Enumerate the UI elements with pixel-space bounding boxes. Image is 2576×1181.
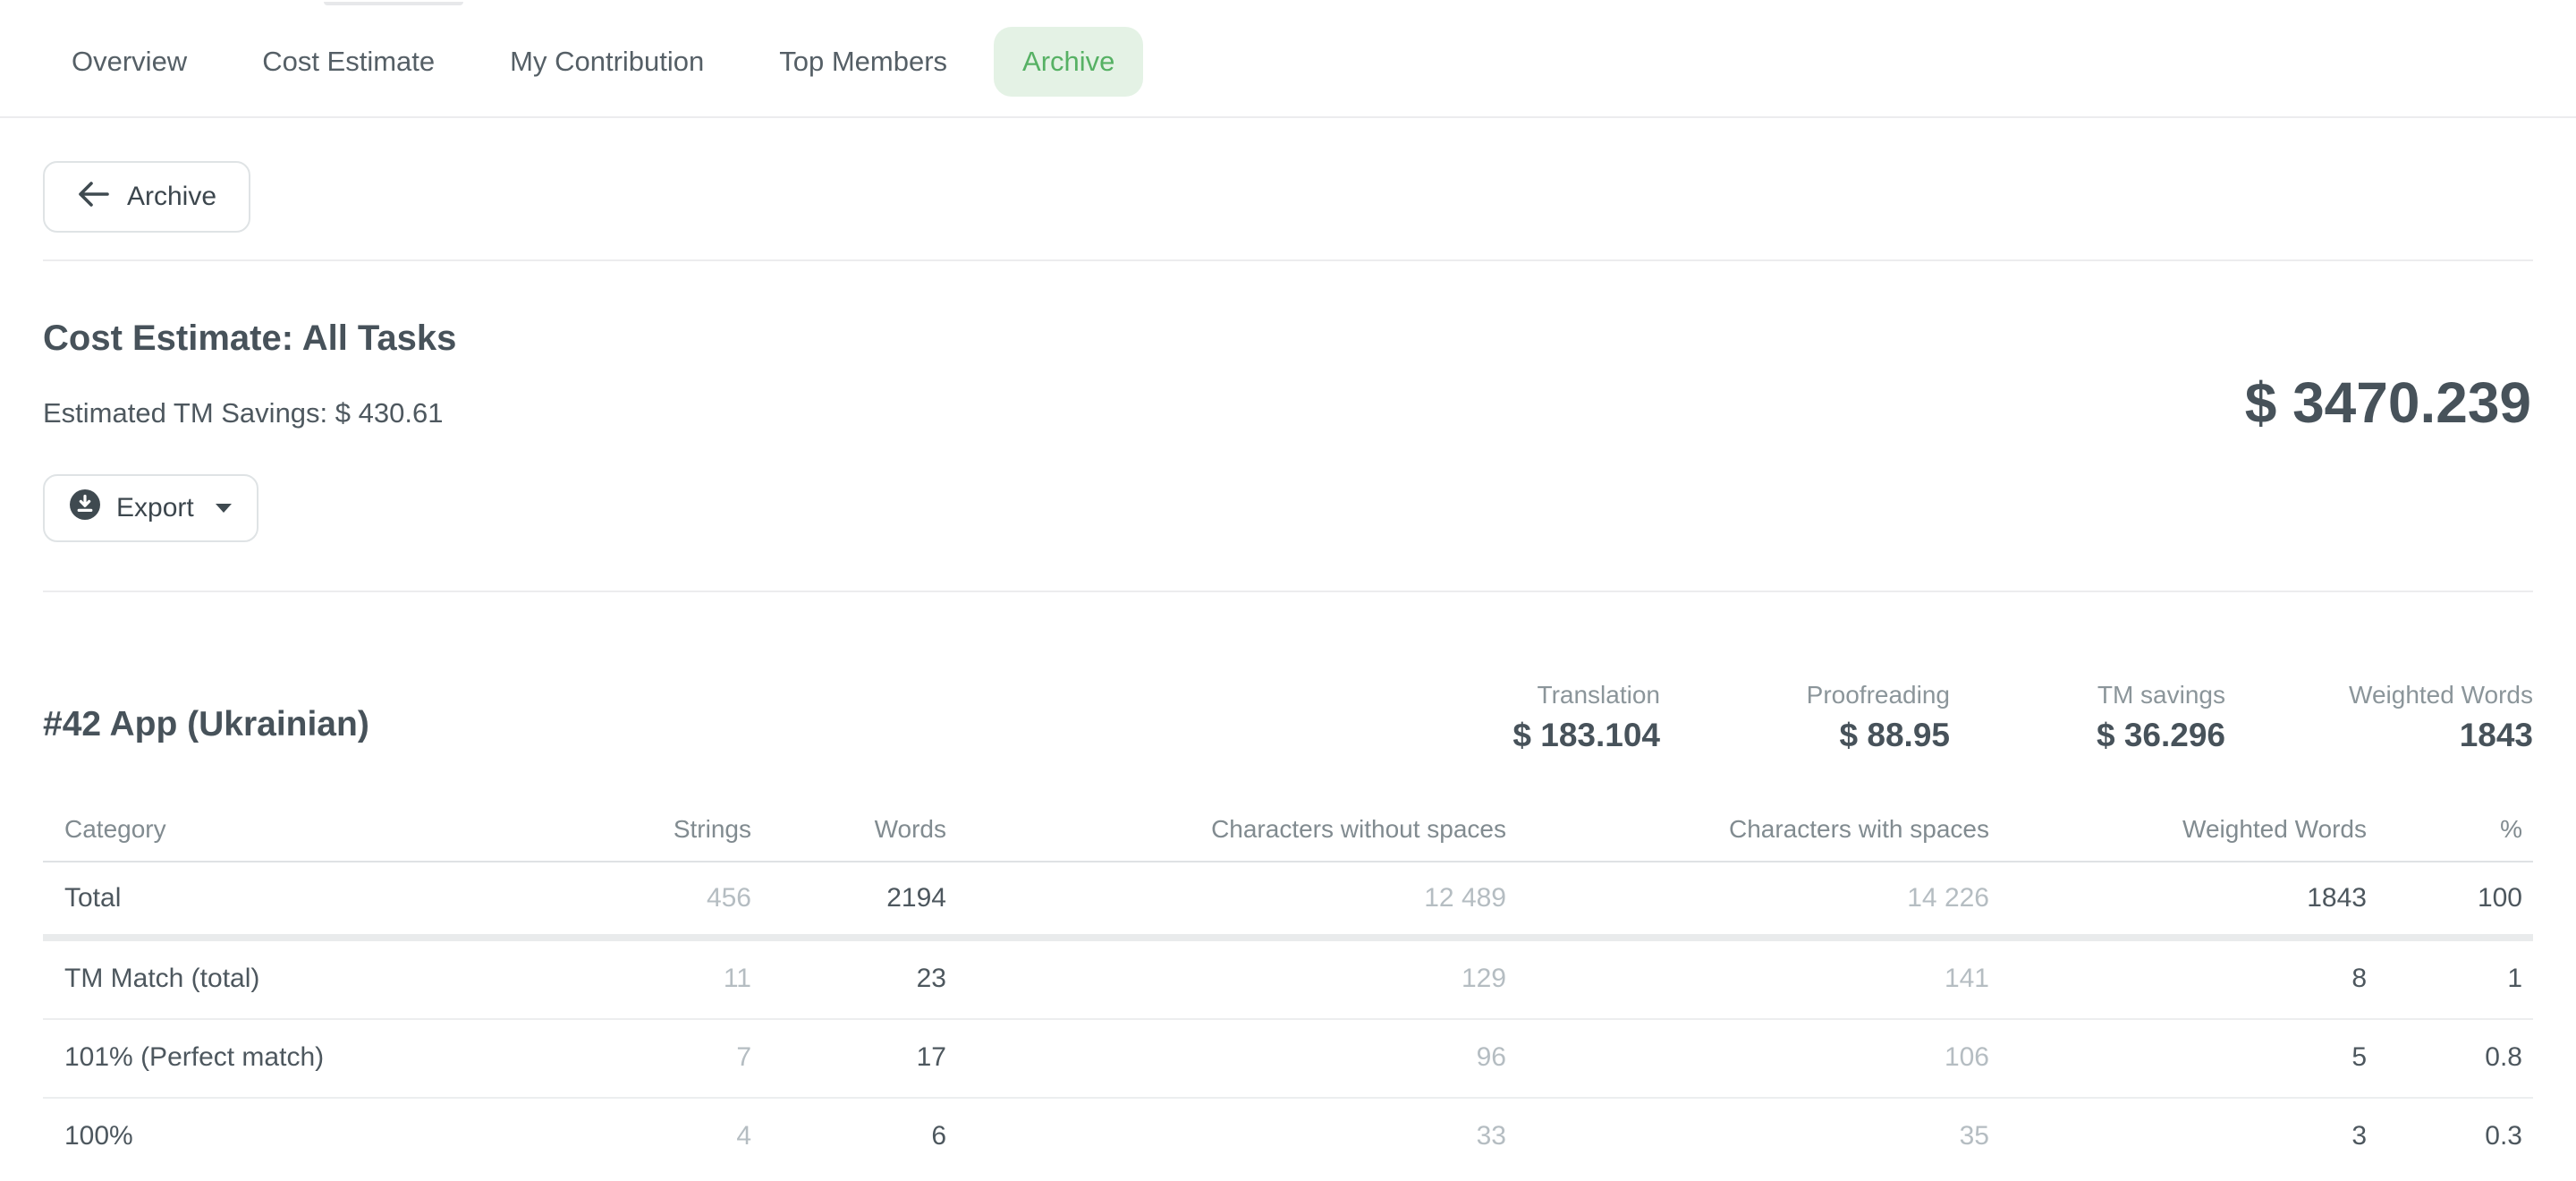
- export-button[interactable]: Export: [43, 474, 258, 542]
- cell-weighted_words: 8: [2011, 941, 2388, 1018]
- export-label: Export: [116, 493, 194, 523]
- page-title: Cost Estimate: All Tasks: [43, 317, 2533, 360]
- cost-estimate-page: Overview Cost Estimate My Contribution T…: [0, 0, 2576, 1181]
- table-row-tm-match-total: TM Match (total)112312914181: [43, 941, 2533, 1020]
- cell-percent: 0.3: [2388, 1099, 2533, 1177]
- cell-words: 23: [773, 941, 968, 1018]
- cell-percent: 0.8: [2388, 1020, 2533, 1097]
- cell-words: 6: [773, 1099, 968, 1177]
- tab-top-members[interactable]: Top Members: [750, 27, 976, 97]
- task-section-header: #42 App (Ukrainian) Translation $ 183.10…: [0, 592, 2576, 798]
- cell-category: TM Match (total): [43, 941, 594, 1018]
- cell-chars_without: 129: [968, 941, 1528, 1018]
- cell-chars_with: 106: [1528, 1020, 2011, 1097]
- back-row: Archive: [0, 118, 2576, 233]
- stat-value: $ 183.104: [1513, 716, 1660, 755]
- tab-archive[interactable]: Archive: [994, 27, 1143, 97]
- cell-strings: 4: [594, 1099, 773, 1177]
- tm-savings-line: Estimated TM Savings: $ 430.61: [43, 397, 2533, 429]
- cell-weighted_words: 1843: [2011, 862, 2388, 934]
- column-header-characters-without-spaces: Characters without spaces: [968, 798, 1528, 861]
- total-amount: $ 3470.239: [2245, 372, 2531, 433]
- summary-section: Cost Estimate: All Tasks $ 3470.239 Esti…: [0, 317, 2576, 592]
- cell-strings: 11: [594, 941, 773, 1018]
- stat-label: TM savings: [2097, 680, 2225, 710]
- stat-weighted-words: Weighted Words 1843: [2349, 680, 2533, 755]
- table-row-total: Total456219412 48914 2261843100: [43, 862, 2533, 941]
- tab-overview[interactable]: Overview: [43, 27, 216, 97]
- archive-back-button[interactable]: Archive: [43, 161, 250, 233]
- stat-translation: Translation $ 183.104: [1513, 680, 1660, 755]
- column-header-: %: [2388, 798, 2533, 861]
- archive-back-label: Archive: [127, 182, 216, 212]
- table-body: Total456219412 48914 2261843100TM Match …: [43, 862, 2533, 1177]
- cell-weighted_words: 3: [2011, 1099, 2388, 1177]
- table-row-101-perfect-match: 101% (Perfect match)7179610650.8: [43, 1020, 2533, 1099]
- tab-my-contribution[interactable]: My Contribution: [481, 27, 733, 97]
- cost-table: CategoryStringsWordsCharacters without s…: [43, 798, 2533, 1177]
- cell-percent: 1: [2388, 941, 2533, 1018]
- table-row-100: 100%46333530.3: [43, 1099, 2533, 1177]
- cell-chars_without: 33: [968, 1099, 1528, 1177]
- cell-chars_with: 14 226: [1528, 862, 2011, 934]
- tab-bar: Overview Cost Estimate My Contribution T…: [0, 0, 2576, 118]
- stat-label: Translation: [1513, 680, 1660, 710]
- cell-weighted_words: 5: [2011, 1020, 2388, 1097]
- stat-label: Proofreading: [1807, 680, 1950, 710]
- cell-strings: 7: [594, 1020, 773, 1097]
- cell-percent: 100: [2388, 862, 2533, 934]
- column-header-characters-with-spaces: Characters with spaces: [1528, 798, 2011, 861]
- tab-cost-estimate[interactable]: Cost Estimate: [233, 27, 463, 97]
- cell-words: 2194: [773, 862, 968, 934]
- stat-proofreading: Proofreading $ 88.95: [1807, 680, 1950, 755]
- stat-value: $ 88.95: [1807, 716, 1950, 755]
- download-icon: [70, 489, 100, 527]
- stat-value: $ 36.296: [2097, 716, 2225, 755]
- cutoff-element-bottom-edge: [324, 2, 463, 5]
- stat-label: Weighted Words: [2349, 680, 2533, 710]
- column-header-category: Category: [43, 798, 594, 861]
- cell-category: 101% (Perfect match): [43, 1020, 594, 1097]
- cell-chars_without: 96: [968, 1020, 1528, 1097]
- stat-value: 1843: [2349, 716, 2533, 755]
- table-header-row: CategoryStringsWordsCharacters without s…: [43, 798, 2533, 862]
- task-title: #42 App (Ukrainian): [43, 703, 369, 746]
- tab-list: Overview Cost Estimate My Contribution T…: [43, 27, 1143, 97]
- stat-tm-savings: TM savings $ 36.296: [2097, 680, 2225, 755]
- cell-chars_with: 141: [1528, 941, 2011, 1018]
- arrow-left-icon: [77, 181, 109, 214]
- cell-category: Total: [43, 862, 594, 934]
- cell-category: 100%: [43, 1099, 594, 1177]
- divider: [43, 259, 2533, 261]
- cell-chars_without: 12 489: [968, 862, 1528, 934]
- column-header-strings: Strings: [594, 798, 773, 861]
- column-header-words: Words: [773, 798, 968, 861]
- cell-strings: 456: [594, 862, 773, 934]
- cell-chars_with: 35: [1528, 1099, 2011, 1177]
- cell-words: 17: [773, 1020, 968, 1097]
- column-header-weighted-words: Weighted Words: [2011, 798, 2388, 861]
- chevron-down-icon: [216, 504, 232, 513]
